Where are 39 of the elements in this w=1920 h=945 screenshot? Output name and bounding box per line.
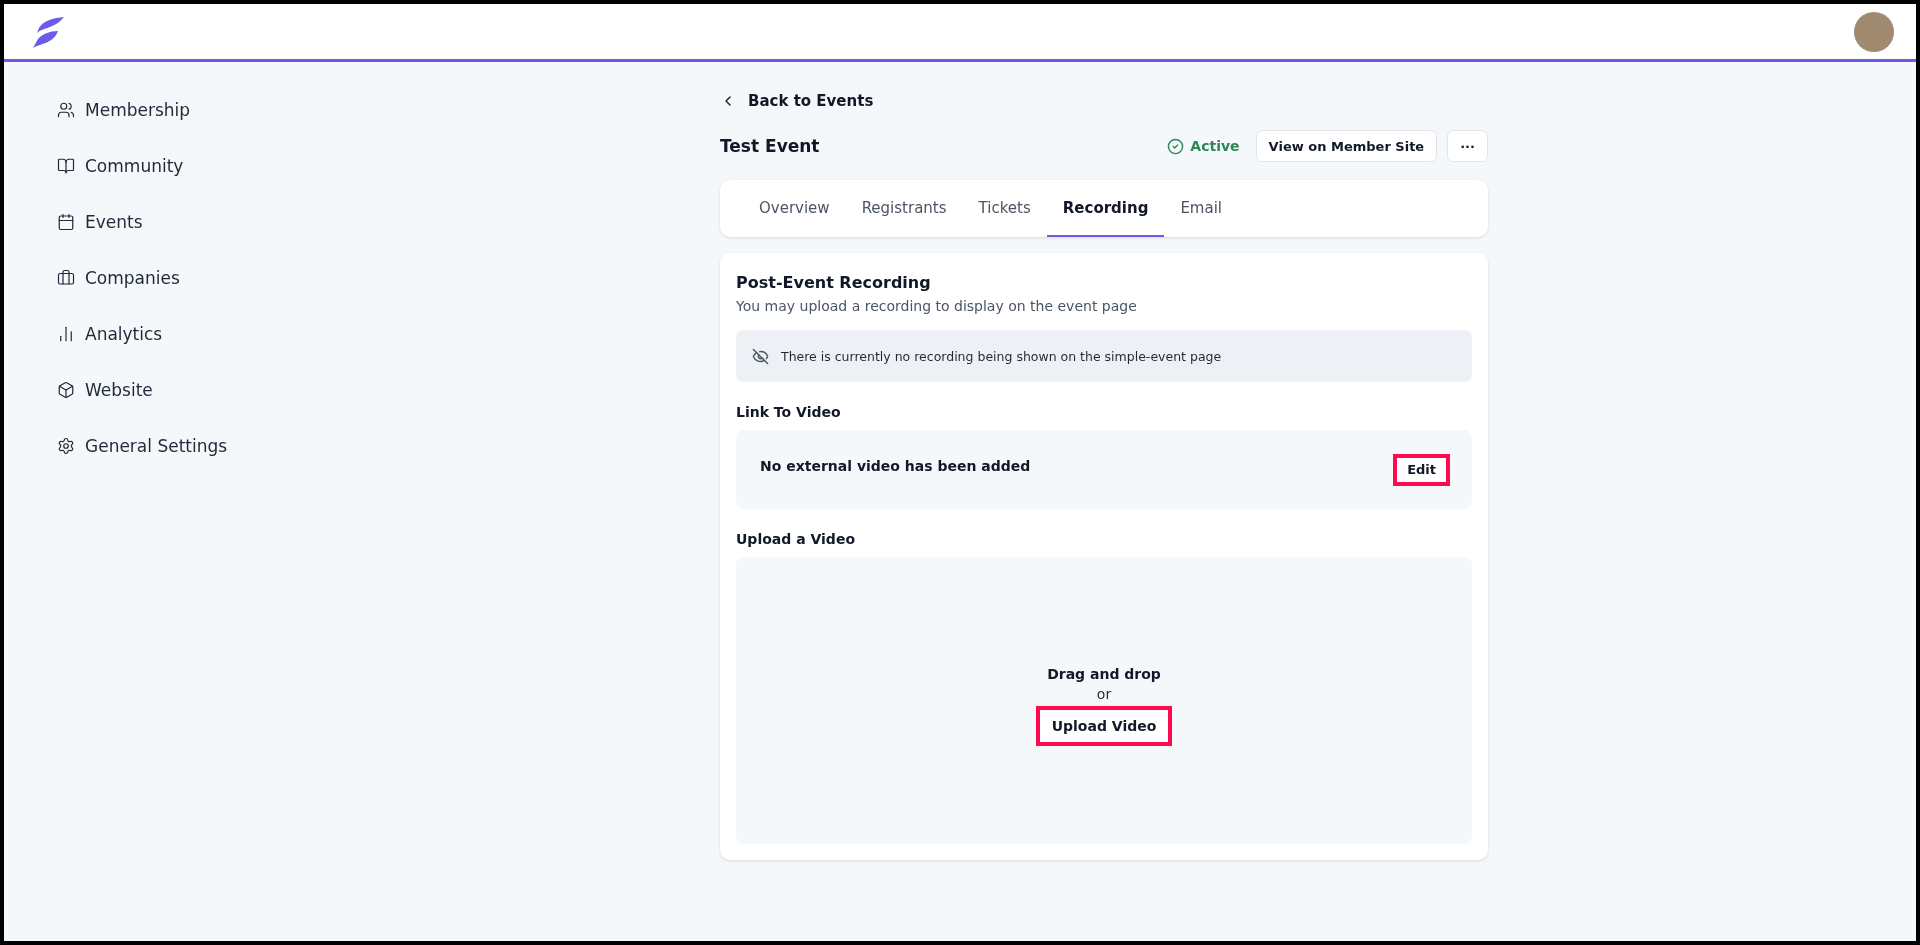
drop-text: Drag and drop bbox=[1047, 665, 1161, 682]
edit-button[interactable]: Edit bbox=[1393, 453, 1450, 486]
tab[interactable]: Overview bbox=[743, 180, 846, 237]
calendar-icon bbox=[57, 213, 75, 231]
view-site-button[interactable]: View on Member Site bbox=[1255, 130, 1438, 162]
bar-chart-icon bbox=[57, 325, 75, 343]
or-text: or bbox=[1096, 685, 1112, 702]
sidebar-item[interactable]: Website bbox=[57, 362, 153, 418]
upload-button[interactable]: Upload Video bbox=[1035, 705, 1173, 746]
back-link[interactable]: Back to Events bbox=[720, 92, 874, 110]
briefcase-icon bbox=[57, 269, 75, 287]
sidebar-item[interactable]: Community bbox=[57, 138, 184, 194]
settings-icon bbox=[57, 437, 75, 455]
notice-text: There is currently no recording being shown on the simple-event page bbox=[781, 348, 1222, 364]
sidebar-item[interactable]: General Settings bbox=[57, 418, 228, 474]
tab[interactable]: Recording bbox=[1046, 180, 1165, 237]
tab[interactable]: Registrants bbox=[845, 180, 963, 237]
tab[interactable]: Email bbox=[1164, 180, 1238, 237]
sidebar-item[interactable]: Events bbox=[57, 194, 143, 250]
more-button[interactable]: ··· bbox=[1447, 130, 1488, 162]
event-title: Test Event bbox=[720, 136, 820, 156]
leaf-logo-icon[interactable] bbox=[32, 14, 66, 49]
status-label: Active bbox=[1167, 137, 1240, 155]
drop-zone[interactable]: Drag and drop or Upload Video bbox=[736, 557, 1472, 844]
users-icon bbox=[57, 101, 75, 119]
book-icon bbox=[57, 157, 75, 175]
field-label: Upload a Video bbox=[736, 531, 856, 547]
sidebar-item[interactable]: Companies bbox=[57, 250, 180, 306]
empty-state-text: No external video has been added bbox=[760, 457, 1031, 474]
tab[interactable]: Tickets bbox=[962, 180, 1047, 237]
sidebar-item[interactable]: Analytics bbox=[57, 306, 163, 362]
section-title: Post-Event Recording bbox=[736, 273, 932, 292]
sidebar-item[interactable]: Membership bbox=[57, 82, 191, 138]
check-circle-icon bbox=[1167, 137, 1185, 155]
cube-icon bbox=[57, 381, 75, 399]
eye-off-icon bbox=[752, 347, 769, 365]
section-subtitle: You may upload a recording to display on the event page bbox=[736, 298, 1138, 314]
field-label: Link To Video bbox=[736, 404, 842, 420]
avatar[interactable] bbox=[1854, 11, 1894, 52]
